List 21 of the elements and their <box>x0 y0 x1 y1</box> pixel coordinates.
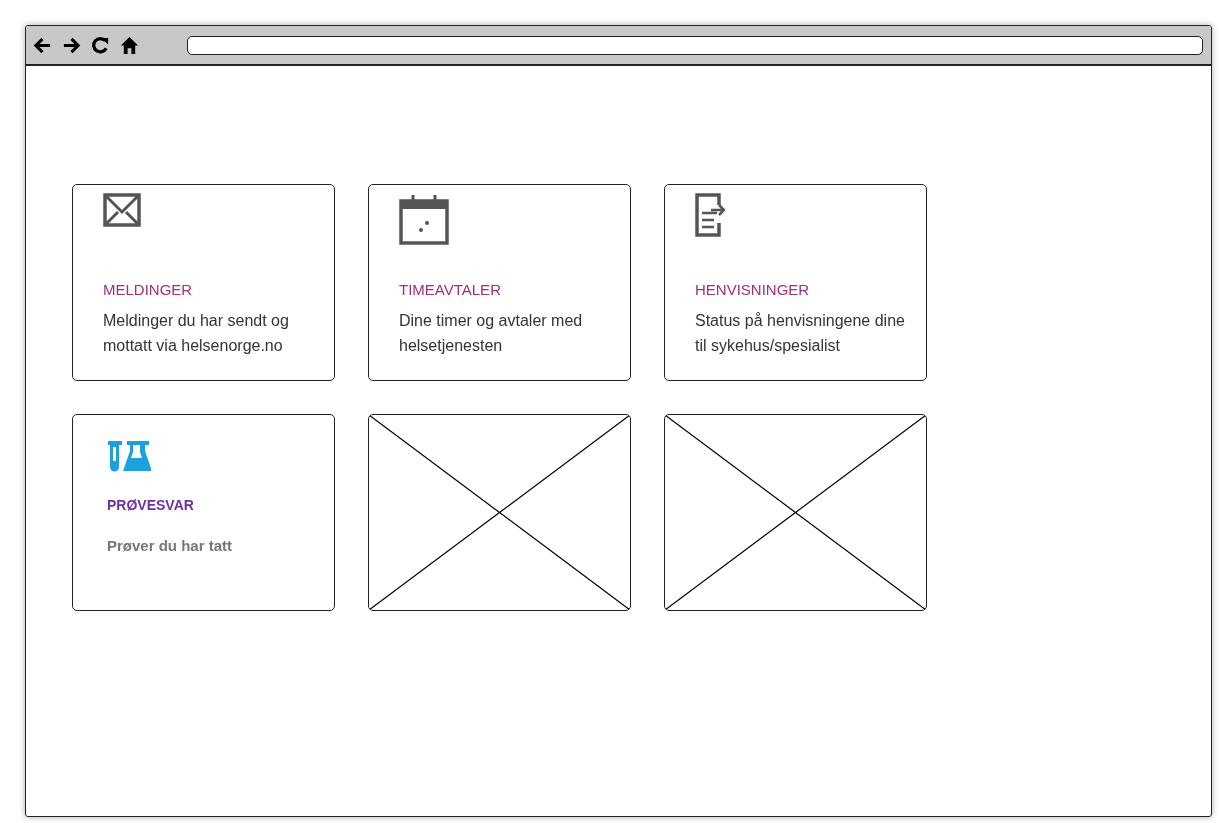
address-bar[interactable] <box>187 35 1203 55</box>
calendar-icon <box>399 193 449 245</box>
reload-icon[interactable] <box>91 35 110 55</box>
card-title: HENVISNINGER <box>695 281 811 298</box>
card-description: Status på henvisningene dine til sykehus/spesialist <box>695 311 906 356</box>
menu-card[interactable]: PRØVESVAR Prøver du har tatt <box>72 414 335 611</box>
lab-flask-icon <box>107 439 151 473</box>
card-description: Meldinger du har sendt og mottatt via helsenorge.no <box>103 311 290 356</box>
card-title: PRØVESVAR <box>107 497 195 513</box>
card-title: MELDINGER <box>103 281 194 298</box>
home-icon[interactable] <box>120 35 139 55</box>
envelope-icon <box>103 193 141 227</box>
card-description: Dine timer og avtaler med helsetjenesten <box>399 311 584 356</box>
menu-card[interactable]: HENVISNINGER Status på henvisningene dine til sykehus/spesialist <box>664 184 927 381</box>
card-title: TIMEAVTALER <box>399 281 502 298</box>
menu-card[interactable]: MELDINGER Meldinger du har sendt og mottatt via helsenorge.no <box>72 184 335 381</box>
forward-icon[interactable] <box>62 35 81 55</box>
card-description: Prøver du har tatt <box>107 536 234 556</box>
menu-card[interactable]: TIMEAVTALER Dine timer og avtaler med helsetjenesten <box>368 184 631 381</box>
document-icon <box>695 193 725 237</box>
back-icon[interactable] <box>33 35 52 55</box>
